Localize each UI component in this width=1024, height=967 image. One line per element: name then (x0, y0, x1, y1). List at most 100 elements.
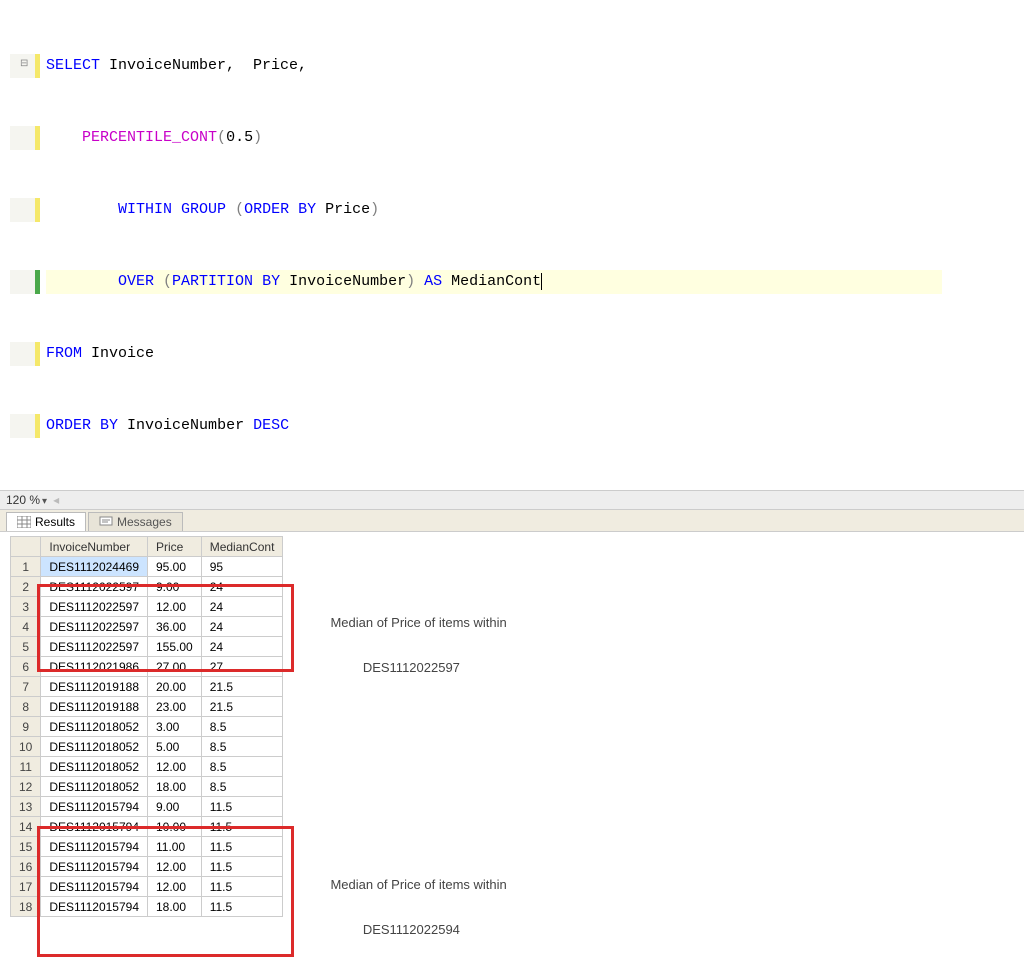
sql-editor[interactable]: ⊟SELECT InvoiceNumber, Price, PERCENTILE… (0, 0, 1024, 490)
cell-price[interactable]: 12.00 (148, 877, 202, 897)
row-number[interactable]: 5 (11, 637, 41, 657)
table-row[interactable]: 3DES111202259712.0024 (11, 597, 283, 617)
cell-median[interactable]: 21.5 (201, 697, 283, 717)
cell-price[interactable]: 11.00 (148, 837, 202, 857)
cell-price[interactable]: 10.00 (148, 817, 202, 837)
cell-price[interactable]: 155.00 (148, 637, 202, 657)
row-number[interactable]: 18 (11, 897, 41, 917)
row-number[interactable]: 15 (11, 837, 41, 857)
cell-invoice[interactable]: DES1112015794 (41, 817, 148, 837)
row-number[interactable]: 1 (11, 557, 41, 577)
cell-price[interactable]: 3.00 (148, 717, 202, 737)
tab-messages[interactable]: Messages (88, 512, 183, 531)
cell-invoice[interactable]: DES1112021986 (41, 657, 148, 677)
cell-price[interactable]: 20.00 (148, 677, 202, 697)
table-row[interactable]: 7DES111201918820.0021.5 (11, 677, 283, 697)
results-grid[interactable]: InvoiceNumber Price MedianCont 1DES11120… (10, 536, 283, 917)
table-row[interactable]: 14DES111201579410.0011.5 (11, 817, 283, 837)
table-row[interactable]: 6DES111202198627.0027 (11, 657, 283, 677)
col-price[interactable]: Price (148, 537, 202, 557)
collapse-icon[interactable]: ⊟ (20, 57, 28, 73)
row-number[interactable]: 4 (11, 617, 41, 637)
cell-median[interactable]: 95 (201, 557, 283, 577)
row-number[interactable]: 7 (11, 677, 41, 697)
table-row[interactable]: 1DES111202446995.0095 (11, 557, 283, 577)
cell-invoice[interactable]: DES1112022597 (41, 617, 148, 637)
cell-invoice[interactable]: DES1112015794 (41, 897, 148, 917)
cell-invoice[interactable]: DES1112019188 (41, 697, 148, 717)
cell-invoice[interactable]: DES1112022597 (41, 637, 148, 657)
table-row[interactable]: 8DES111201918823.0021.5 (11, 697, 283, 717)
cell-price[interactable]: 12.00 (148, 597, 202, 617)
zoom-control[interactable]: 120 %▾◂ (0, 490, 1024, 510)
cell-median[interactable]: 11.5 (201, 877, 283, 897)
cell-invoice[interactable]: DES1112022597 (41, 597, 148, 617)
table-row[interactable]: 15DES111201579411.0011.5 (11, 837, 283, 857)
cell-price[interactable]: 9.00 (148, 797, 202, 817)
table-row[interactable]: 16DES111201579412.0011.5 (11, 857, 283, 877)
cell-price[interactable]: 12.00 (148, 757, 202, 777)
row-number[interactable]: 11 (11, 757, 41, 777)
cell-invoice[interactable]: DES1112015794 (41, 797, 148, 817)
table-row[interactable]: 4DES111202259736.0024 (11, 617, 283, 637)
row-number[interactable]: 17 (11, 877, 41, 897)
row-number[interactable]: 16 (11, 857, 41, 877)
table-row[interactable]: 17DES111201579412.0011.5 (11, 877, 283, 897)
table-row[interactable]: 10DES11120180525.008.5 (11, 737, 283, 757)
table-row[interactable]: 18DES111201579418.0011.5 (11, 897, 283, 917)
cell-median[interactable]: 11.5 (201, 797, 283, 817)
table-row[interactable]: 2DES11120225979.0024 (11, 577, 283, 597)
cell-median[interactable]: 8.5 (201, 757, 283, 777)
cell-price[interactable]: 5.00 (148, 737, 202, 757)
cell-invoice[interactable]: DES1112022597 (41, 577, 148, 597)
cell-invoice[interactable]: DES1112018052 (41, 737, 148, 757)
cell-invoice[interactable]: DES1112018052 (41, 777, 148, 797)
cell-invoice[interactable]: DES1112019188 (41, 677, 148, 697)
table-row[interactable]: 12DES111201805218.008.5 (11, 777, 283, 797)
row-number[interactable]: 14 (11, 817, 41, 837)
cell-median[interactable]: 8.5 (201, 737, 283, 757)
cell-price[interactable]: 12.00 (148, 857, 202, 877)
cell-invoice[interactable]: DES1112015794 (41, 857, 148, 877)
cell-invoice[interactable]: DES1112015794 (41, 837, 148, 857)
table-row[interactable]: 11DES111201805212.008.5 (11, 757, 283, 777)
cell-price[interactable]: 36.00 (148, 617, 202, 637)
cell-invoice[interactable]: DES1112015794 (41, 877, 148, 897)
cell-median[interactable]: 24 (201, 637, 283, 657)
cell-median[interactable]: 11.5 (201, 857, 283, 877)
row-number[interactable]: 12 (11, 777, 41, 797)
cell-median[interactable]: 21.5 (201, 677, 283, 697)
cell-median[interactable]: 11.5 (201, 897, 283, 917)
table-row[interactable]: 13DES11120157949.0011.5 (11, 797, 283, 817)
row-number[interactable]: 6 (11, 657, 41, 677)
row-number[interactable]: 2 (11, 577, 41, 597)
cell-price[interactable]: 18.00 (148, 897, 202, 917)
table-row[interactable]: 5DES1112022597155.0024 (11, 637, 283, 657)
cell-price[interactable]: 18.00 (148, 777, 202, 797)
row-number[interactable]: 13 (11, 797, 41, 817)
cell-median[interactable]: 24 (201, 597, 283, 617)
cell-median[interactable]: 27 (201, 657, 283, 677)
tab-results[interactable]: Results (6, 512, 86, 531)
cell-median[interactable]: 24 (201, 577, 283, 597)
row-number[interactable]: 10 (11, 737, 41, 757)
grid-corner[interactable] (11, 537, 41, 557)
cell-price[interactable]: 95.00 (148, 557, 202, 577)
cell-median[interactable]: 8.5 (201, 717, 283, 737)
row-number[interactable]: 9 (11, 717, 41, 737)
row-number[interactable]: 3 (11, 597, 41, 617)
col-invoice[interactable]: InvoiceNumber (41, 537, 148, 557)
cell-invoice[interactable]: DES1112024469 (41, 557, 148, 577)
cell-invoice[interactable]: DES1112018052 (41, 717, 148, 737)
cell-median[interactable]: 8.5 (201, 777, 283, 797)
cell-price[interactable]: 23.00 (148, 697, 202, 717)
col-median[interactable]: MedianCont (201, 537, 283, 557)
cell-price[interactable]: 27.00 (148, 657, 202, 677)
cell-median[interactable]: 11.5 (201, 817, 283, 837)
table-row[interactable]: 9DES11120180523.008.5 (11, 717, 283, 737)
cell-invoice[interactable]: DES1112018052 (41, 757, 148, 777)
cell-median[interactable]: 11.5 (201, 837, 283, 857)
row-number[interactable]: 8 (11, 697, 41, 717)
cell-median[interactable]: 24 (201, 617, 283, 637)
cell-price[interactable]: 9.00 (148, 577, 202, 597)
